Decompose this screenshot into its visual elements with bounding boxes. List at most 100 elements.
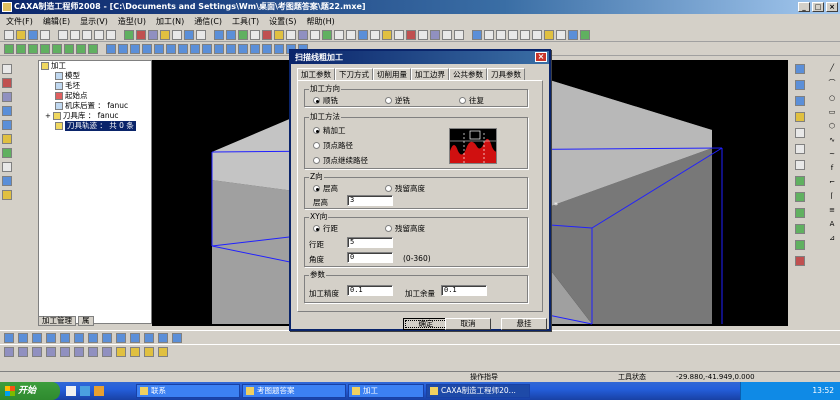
- rotate-curve-icon[interactable]: [795, 192, 805, 202]
- polygon-tool-icon[interactable]: ⬡: [829, 122, 835, 130]
- shell-icon[interactable]: [226, 43, 236, 54]
- hide-icon[interactable]: [250, 29, 260, 40]
- suspend-button[interactable]: 悬挂: [501, 318, 547, 330]
- layer-icon[interactable]: [148, 29, 158, 40]
- rough-contour-icon[interactable]: [46, 332, 56, 343]
- finish-scan-icon[interactable]: [88, 332, 98, 343]
- radio-vertex-path[interactable]: 顶点路径: [313, 140, 353, 151]
- offset-icon[interactable]: [430, 29, 440, 40]
- chamfer-icon[interactable]: [88, 43, 98, 54]
- ok-button[interactable]: 确定: [403, 318, 449, 330]
- pattern-icon[interactable]: [274, 43, 284, 54]
- path-delete-icon[interactable]: [102, 346, 112, 357]
- extend-icon[interactable]: [418, 29, 428, 40]
- pick-icon[interactable]: [196, 29, 206, 40]
- mirror-icon[interactable]: [442, 29, 452, 40]
- blend-surface-icon[interactable]: [190, 43, 200, 54]
- surface-icon[interactable]: [106, 43, 116, 54]
- view-top-icon[interactable]: [795, 80, 805, 90]
- line-tool-icon[interactable]: ╱: [830, 64, 834, 72]
- texture-icon[interactable]: [274, 29, 284, 40]
- equidistant-icon[interactable]: ≡: [829, 206, 835, 214]
- cancel-button[interactable]: 取消: [445, 318, 491, 330]
- menu-edit[interactable]: 编辑(E): [43, 16, 70, 27]
- dialog-close-icon[interactable]: ×: [535, 52, 547, 62]
- cut-icon[interactable]: [58, 29, 68, 40]
- rough-scan-icon[interactable]: [32, 332, 42, 343]
- wireframe-icon[interactable]: [226, 29, 236, 40]
- delete-icon[interactable]: [795, 256, 805, 266]
- plane-icon[interactable]: [394, 29, 404, 40]
- tab-cutting[interactable]: 切削用量: [373, 68, 411, 80]
- verify-icon[interactable]: [158, 346, 168, 357]
- ie-icon[interactable]: [80, 386, 90, 396]
- tab-plunge[interactable]: 下刀方式: [335, 68, 373, 80]
- sketch-icon[interactable]: [286, 29, 296, 40]
- radio-z-layer[interactable]: 层高: [313, 183, 338, 194]
- pan-icon[interactable]: [520, 29, 530, 40]
- curve-icon[interactable]: [2, 106, 12, 116]
- material-icon[interactable]: [262, 29, 272, 40]
- color-icon[interactable]: [172, 29, 182, 40]
- join-curve-icon[interactable]: [795, 160, 805, 170]
- task-contact[interactable]: 联系: [136, 384, 240, 398]
- trim-icon[interactable]: [406, 29, 416, 40]
- close-button[interactable]: ×: [826, 2, 838, 12]
- rect-icon[interactable]: [2, 162, 12, 172]
- path-reverse-icon[interactable]: [74, 346, 84, 357]
- desktop-icon[interactable]: [66, 386, 76, 396]
- redo-icon[interactable]: [106, 29, 116, 40]
- query-icon[interactable]: [346, 29, 356, 40]
- render-icon[interactable]: [238, 29, 248, 40]
- extrude-icon[interactable]: [4, 43, 14, 54]
- task-caxa[interactable]: CAXA制造工程师20...: [426, 384, 530, 398]
- maximize-button[interactable]: □: [812, 2, 824, 12]
- menu-machining[interactable]: 加工(N): [156, 16, 184, 27]
- view-iso-icon[interactable]: [795, 112, 805, 122]
- section-icon[interactable]: [298, 29, 308, 40]
- tab-tool[interactable]: 刀具参数: [487, 68, 525, 80]
- zoom-window-icon[interactable]: [508, 29, 518, 40]
- trim-curve-icon[interactable]: [795, 128, 805, 138]
- radio-xy-scallop[interactable]: 残留高度: [385, 223, 425, 234]
- loft-icon[interactable]: [40, 43, 50, 54]
- zoom-in-icon[interactable]: [484, 29, 494, 40]
- menu-help[interactable]: 帮助(H): [307, 16, 335, 27]
- tree-item-postprocessor[interactable]: 机床后置 ： fanuc: [55, 101, 128, 111]
- tab-machining-params[interactable]: 加工参数: [297, 68, 335, 80]
- save-icon[interactable]: [28, 29, 38, 40]
- array-icon[interactable]: [454, 29, 464, 40]
- spline-tool-icon[interactable]: ∿: [829, 136, 835, 144]
- step-input[interactable]: 5: [347, 237, 393, 248]
- radio-xy-step[interactable]: 行距: [313, 223, 338, 234]
- rough-region-icon[interactable]: [18, 332, 28, 343]
- radio-vertex-continue[interactable]: 顶点继续路径: [313, 155, 368, 166]
- start-button[interactable]: 开始: [0, 382, 60, 400]
- simulate-icon[interactable]: [116, 346, 126, 357]
- edit-icon[interactable]: [334, 29, 344, 40]
- offset-curve-icon[interactable]: ⌈: [831, 192, 834, 200]
- radio-zigzag[interactable]: 往复: [459, 95, 484, 106]
- path-trim-icon[interactable]: [18, 346, 28, 357]
- engrave-icon[interactable]: [158, 332, 168, 343]
- layer-height-input[interactable]: 3: [347, 195, 393, 206]
- radio-z-scallop[interactable]: 残留高度: [385, 183, 425, 194]
- menu-settings[interactable]: 设置(S): [269, 16, 296, 27]
- view-front-icon[interactable]: [795, 64, 805, 74]
- boundary-surface-icon[interactable]: [142, 43, 152, 54]
- process-sheet-icon[interactable]: [144, 346, 154, 357]
- revolve-icon[interactable]: [16, 43, 26, 54]
- sketch-mode-icon[interactable]: [2, 78, 12, 88]
- gcode-icon[interactable]: [130, 346, 140, 357]
- text-tool-icon[interactable]: A: [830, 220, 835, 228]
- angle-input[interactable]: 0: [347, 252, 393, 263]
- tab-machining-manager[interactable]: 加工管理: [38, 316, 76, 326]
- shaded-view-icon[interactable]: [568, 29, 578, 40]
- tree-item-stock[interactable]: 毛坯: [55, 81, 80, 91]
- open-file-icon[interactable]: [16, 29, 26, 40]
- rect-tool-icon[interactable]: ▭: [829, 108, 836, 116]
- tree-toggle-icon[interactable]: [2, 92, 12, 102]
- filter-icon[interactable]: [184, 29, 194, 40]
- path-join-icon[interactable]: [46, 346, 56, 357]
- iso-view-icon[interactable]: [580, 29, 590, 40]
